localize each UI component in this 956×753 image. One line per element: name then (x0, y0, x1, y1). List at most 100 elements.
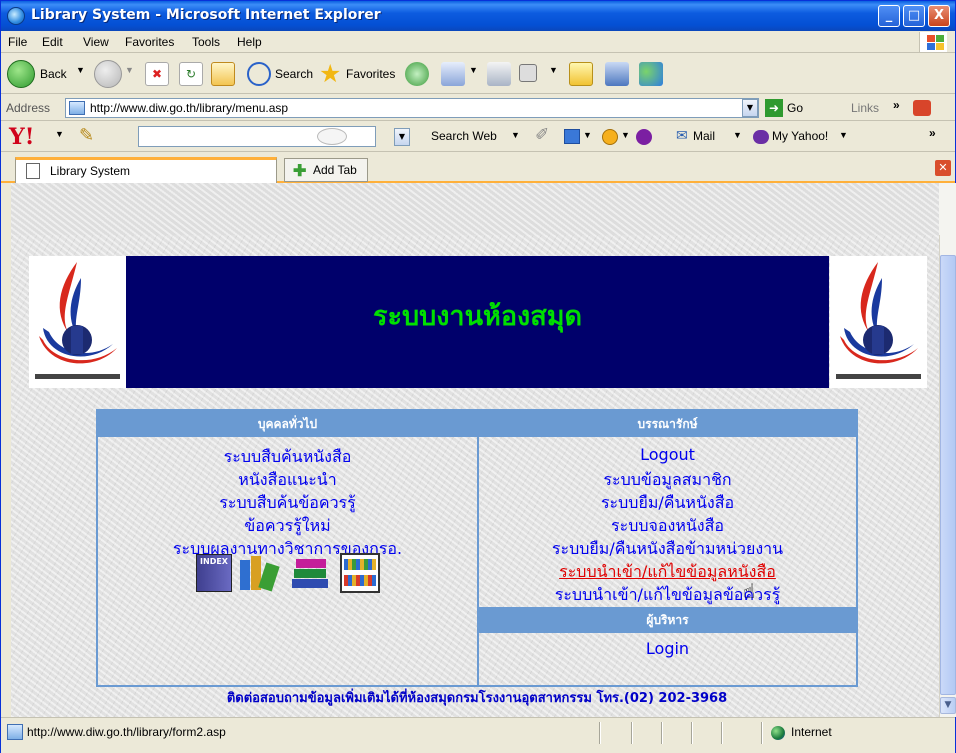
add-tab-button[interactable]: ✚ Add Tab (284, 158, 368, 182)
yahoo-expand-icon[interactable]: » (929, 126, 936, 140)
tab-library-system[interactable]: Library System (15, 157, 277, 183)
menu-view[interactable]: View (83, 35, 109, 49)
link-login[interactable]: Login (479, 639, 856, 658)
close-tab-icon[interactable]: ✕ (935, 160, 951, 176)
search-icon[interactable] (247, 62, 271, 86)
scroll-down-icon[interactable]: ▼ (940, 697, 956, 714)
page-background-top (11, 183, 939, 235)
go-arrow-icon[interactable]: ➜ (765, 99, 783, 117)
librarian-header: บรรณารักษ์ (479, 411, 856, 437)
link-interagency-borrow[interactable]: ระบบยืม/คืนหนังสือข้ามหน่วยงาน (479, 537, 856, 562)
refresh-icon[interactable]: ↻ (179, 62, 203, 86)
banner-title-area: ระบบงานห้องสมุด (126, 256, 829, 388)
status-divider (599, 722, 601, 744)
menu-bar: File Edit View Favorites Tools Help (1, 31, 955, 53)
link-new-knowledge[interactable]: ข้อควรรู้ใหม่ (98, 514, 477, 539)
antispy-dropdown-icon[interactable]: ▼ (621, 130, 630, 140)
link-recommended-books[interactable]: หนังสือแนะนำ (98, 468, 477, 493)
back-arrow-icon[interactable] (7, 60, 35, 88)
link-book-search[interactable]: ระบบสืบค้นหนังสือ (98, 445, 477, 470)
admin-header: ผู้บริหาร (479, 607, 856, 633)
edit-dropdown-icon[interactable]: ▼ (549, 65, 558, 75)
favorites-star-icon[interactable]: ★ (319, 59, 341, 89)
page-banner: ระบบงานห้องสมุด (29, 256, 927, 388)
status-bar: http://www.diw.go.th/library/form2.asp I… (1, 717, 955, 753)
history-icon[interactable] (405, 62, 429, 86)
popup-blocker-icon[interactable] (564, 129, 580, 144)
yahoo-mail-dropdown-icon[interactable]: ▼ (733, 130, 742, 140)
translate-icon[interactable] (913, 100, 931, 116)
search-web-dropdown-icon[interactable]: ▼ (511, 130, 520, 140)
popup-dropdown-icon[interactable]: ▼ (583, 130, 592, 140)
document-icon (26, 163, 40, 179)
links-label[interactable]: Links (851, 101, 879, 115)
link-logout[interactable]: Logout (479, 445, 856, 464)
search-history-dropdown-icon[interactable]: ▼ (394, 128, 410, 146)
vertical-scrollbar[interactable]: ▼ (939, 235, 956, 717)
link-import-edit-books[interactable]: ระบบนำเข้า/แก้ไขข้อมูลหนังสือ (479, 560, 856, 585)
book-stack-icon[interactable] (290, 557, 330, 591)
search-web-button[interactable]: Search Web (431, 129, 497, 143)
mail-icon[interactable] (441, 62, 465, 86)
maximize-button[interactable]: □ (903, 5, 925, 27)
plus-icon: ✚ (293, 163, 307, 180)
scroll-thumb[interactable] (940, 255, 956, 695)
my-yahoo-dropdown-icon[interactable]: ▼ (839, 130, 848, 140)
minimize-button[interactable]: _ (878, 5, 900, 27)
home-icon[interactable] (211, 62, 235, 86)
window-title: Library System - Microsoft Internet Expl… (31, 7, 381, 23)
menu-file[interactable]: File (8, 35, 27, 49)
yahoo-dropdown-icon[interactable]: ▼ (55, 129, 64, 139)
index-book-icon[interactable]: INDEX (196, 554, 232, 592)
bookshelf-icon[interactable] (340, 553, 380, 593)
messenger-icon[interactable] (639, 62, 663, 86)
page-status-icon (7, 724, 23, 740)
pencil-icon[interactable]: ✎ (79, 125, 94, 146)
mail-dropdown-icon[interactable]: ▼ (469, 65, 478, 75)
links-expand-icon[interactable]: » (893, 98, 900, 112)
menu-tools[interactable]: Tools (192, 35, 220, 49)
my-yahoo-button[interactable]: My Yahoo! (772, 129, 828, 143)
link-book-reservation[interactable]: ระบบจองหนังสือ (479, 514, 856, 539)
forward-arrow-icon[interactable] (94, 60, 122, 88)
link-import-edit-knowledge[interactable]: ระบบนำเข้า/แก้ไขข้อมูลข้อควรรู้ (479, 583, 856, 608)
antispy-icon[interactable] (602, 129, 618, 145)
address-dropdown-icon[interactable]: ▼ (742, 99, 758, 117)
link-borrow-return[interactable]: ระบบยืม/คืนหนังสือ (479, 491, 856, 516)
link-knowledge-search[interactable]: ระบบสืบค้นข้อควรรู้ (98, 491, 477, 516)
yahoo-mail-button[interactable]: Mail (693, 129, 715, 143)
tab-label: Library System (50, 164, 131, 178)
link-member-data[interactable]: ระบบข้อมูลสมาชิก (479, 468, 856, 493)
status-divider (661, 722, 663, 744)
close-button[interactable]: X (928, 5, 950, 27)
books-icon[interactable] (240, 556, 280, 592)
mail-envelope-icon[interactable]: ✉ (676, 127, 688, 144)
stop-icon[interactable]: ✖ (145, 62, 169, 86)
yahoo-logo[interactable]: Y! (9, 124, 34, 150)
discuss-icon[interactable] (569, 62, 593, 86)
menu-help[interactable]: Help (237, 35, 262, 49)
forward-dropdown-icon[interactable]: ▼ (125, 65, 134, 75)
menu-edit[interactable]: Edit (42, 35, 63, 49)
back-label[interactable]: Back (40, 67, 67, 81)
search-label[interactable]: Search (275, 67, 313, 81)
highlight-icon[interactable]: ✐ (535, 125, 549, 145)
address-input[interactable]: http://www.diw.go.th/library/menu.asp (65, 98, 759, 118)
public-header: บุคคลทั่วไป (98, 411, 477, 437)
librarian-column: บรรณารักษ์ Logout ระบบข้อมูลสมาชิก ระบบย… (479, 411, 856, 685)
yahoo-toolbar: Y! ▼ ✎ ▼ Search Web ▼ ✐ ▼ ▼ ✉ Mail ▼ My … (1, 122, 955, 152)
status-divider (721, 722, 723, 744)
status-divider (761, 722, 763, 744)
launch-icon[interactable] (636, 129, 652, 145)
dept-industrial-works-logo (836, 262, 921, 379)
magnifier-icon (317, 128, 347, 145)
print-icon[interactable] (487, 62, 511, 86)
research-icon[interactable] (605, 62, 629, 86)
edit-page-icon[interactable] (519, 64, 537, 82)
menu-table: บุคคลทั่วไป ระบบสืบค้นหนังสือ หนังสือแนะ… (96, 409, 858, 687)
back-dropdown-icon[interactable]: ▼ (76, 65, 85, 75)
favorites-label[interactable]: Favorites (346, 67, 395, 81)
menu-favorites[interactable]: Favorites (125, 35, 174, 49)
my-yahoo-icon[interactable] (753, 130, 769, 144)
go-label[interactable]: Go (787, 101, 803, 115)
